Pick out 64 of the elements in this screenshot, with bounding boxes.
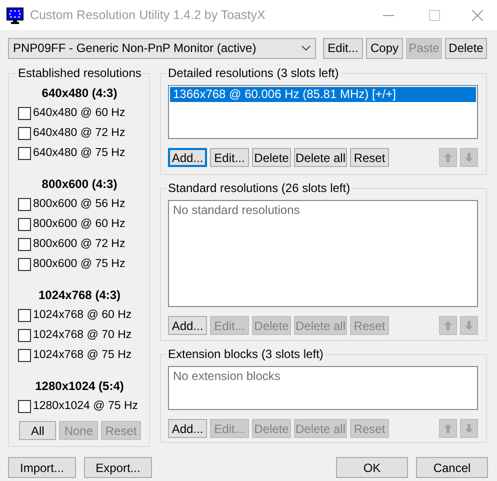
checkbox-label: 1024x768 @ 75 Hz bbox=[33, 349, 132, 361]
footer-button[interactable]: Cancel bbox=[416, 457, 488, 478]
list-button[interactable]: Add... bbox=[168, 419, 207, 438]
list-button[interactable]: Reset bbox=[350, 148, 389, 167]
list-button[interactable]: Delete bbox=[252, 148, 291, 167]
checkbox-label: 640x480 @ 75 Hz bbox=[33, 147, 126, 159]
section-heading: 1024x768 (4:3) bbox=[37, 287, 122, 304]
close-icon bbox=[472, 10, 482, 20]
checkbox[interactable] bbox=[18, 348, 31, 362]
section-heading: 640x480 (4:3) bbox=[40, 85, 118, 102]
monitor-icon bbox=[6, 6, 24, 24]
checkbox[interactable] bbox=[18, 308, 31, 322]
checkbox[interactable] bbox=[18, 198, 31, 210]
empty-list-text: No extension blocks bbox=[172, 368, 282, 384]
chevron-down-icon bbox=[301, 44, 311, 52]
list-button[interactable]: Edit... bbox=[210, 148, 249, 167]
arrow-up-icon bbox=[444, 321, 452, 330]
arrow-down-icon bbox=[465, 321, 473, 330]
group-title: Detailed resolutions (3 slots left) bbox=[167, 66, 340, 80]
list-button[interactable]: Delete all bbox=[294, 148, 347, 167]
group-title: Established resolutions bbox=[17, 66, 142, 80]
checkbox-label: 800x600 @ 60 Hz bbox=[33, 218, 126, 230]
group-title: Extension blocks (3 slots left) bbox=[167, 347, 324, 361]
arrow-down-icon bbox=[465, 153, 473, 162]
footer-button[interactable]: OK bbox=[336, 457, 408, 478]
footer-button[interactable]: Import... bbox=[8, 457, 76, 478]
checkbox[interactable] bbox=[18, 106, 31, 120]
arrow-down-icon bbox=[465, 424, 473, 433]
checkbox[interactable] bbox=[18, 400, 31, 412]
checkbox-label: 640x480 @ 72 Hz bbox=[33, 127, 126, 139]
group-title: Standard resolutions (26 slots left) bbox=[167, 181, 352, 195]
window-title: Custom Resolution Utility 1.4.2 by ToastyX bbox=[30, 8, 266, 22]
section-heading: 800x600 (4:3) bbox=[40, 176, 118, 193]
toolbar-button[interactable]: Delete bbox=[445, 38, 487, 58]
arrow-up-icon bbox=[444, 424, 452, 433]
empty-list-text: No standard resolutions bbox=[172, 202, 301, 218]
list-box[interactable]: 1366x768 @ 60.006 Hz (85.81 MHz) [+/+] bbox=[168, 85, 478, 139]
checkbox[interactable] bbox=[18, 218, 31, 230]
checkbox-label: 1024x768 @ 60 Hz bbox=[33, 309, 132, 321]
arrow-up-icon bbox=[444, 153, 452, 162]
checkbox-label: 800x600 @ 72 Hz bbox=[33, 238, 126, 250]
list-button[interactable]: Add... bbox=[168, 148, 207, 167]
maximize-icon bbox=[428, 10, 440, 20]
checkbox[interactable] bbox=[18, 146, 31, 160]
checkbox[interactable] bbox=[18, 328, 31, 342]
list-item[interactable]: 1366x768 @ 60.006 Hz (85.81 MHz) [+/+] bbox=[170, 87, 476, 102]
checkbox-label: 1280x1024 @ 75 Hz bbox=[33, 400, 138, 412]
checkbox-label: 800x600 @ 75 Hz bbox=[33, 258, 126, 270]
group-button[interactable]: All bbox=[19, 421, 56, 440]
checkbox[interactable] bbox=[18, 258, 31, 270]
footer-button[interactable]: Export... bbox=[84, 457, 152, 478]
toolbar-button[interactable]: Copy bbox=[366, 38, 403, 58]
checkbox[interactable] bbox=[18, 238, 31, 250]
list-box[interactable]: No standard resolutions bbox=[168, 200, 478, 307]
list-button[interactable]: Add... bbox=[168, 316, 207, 335]
checkbox-label: 1024x768 @ 70 Hz bbox=[33, 329, 132, 341]
checkbox[interactable] bbox=[18, 126, 31, 140]
toolbar-button[interactable]: Edit... bbox=[323, 38, 363, 58]
checkbox-label: 640x480 @ 60 Hz bbox=[33, 107, 126, 119]
dropdown-value: PNP09FF - Generic Non-PnP Monitor (active) bbox=[13, 41, 256, 55]
section-heading: 1280x1024 (5:4) bbox=[34, 378, 125, 395]
checkbox-label: 800x600 @ 56 Hz bbox=[33, 198, 126, 210]
list-box[interactable]: No extension blocks bbox=[168, 366, 478, 410]
monitor-dropdown[interactable]: PNP09FF - Generic Non-PnP Monitor (active) bbox=[8, 38, 316, 58]
